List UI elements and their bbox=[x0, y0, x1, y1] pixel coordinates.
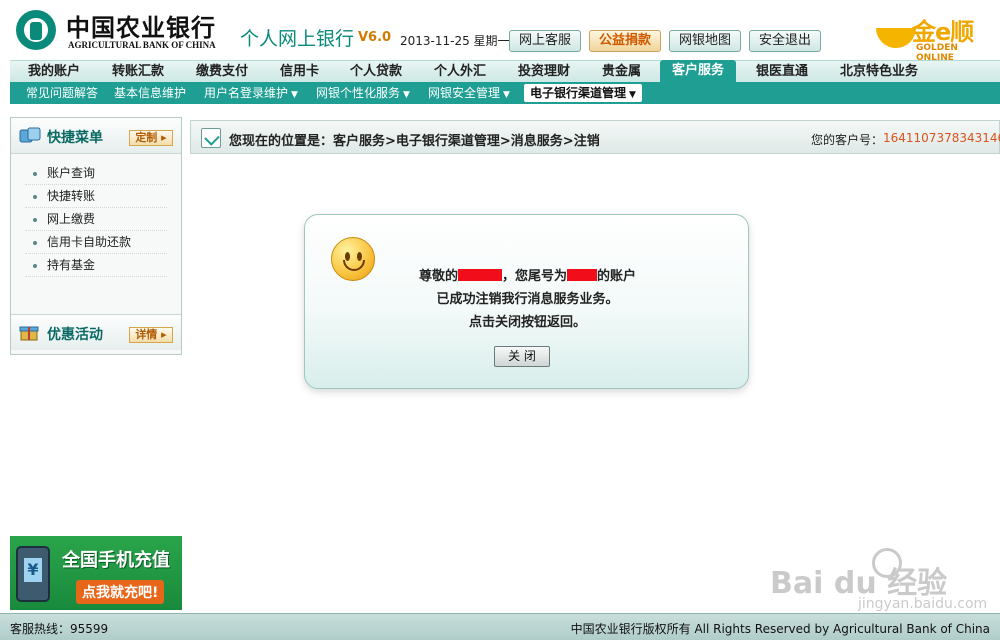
subnav-security-label: 网银安全管理 bbox=[428, 86, 501, 100]
online-service-button[interactable]: 网上客服 bbox=[509, 30, 581, 52]
subnav-faq[interactable]: 常见问题解答 bbox=[26, 82, 98, 104]
quick-menu-title: 快捷菜单 bbox=[47, 130, 103, 146]
promo-header: 优惠活动 详情 ▸ bbox=[11, 314, 181, 350]
gift-icon bbox=[19, 326, 39, 341]
customize-button[interactable]: 定制 ▸ bbox=[129, 130, 173, 146]
quick-menu-icon bbox=[19, 127, 41, 143]
golden-bowl-icon bbox=[876, 28, 916, 48]
quick-menu-item-credit-repay[interactable]: 信用卡自助还款 bbox=[25, 231, 167, 254]
dialog-message: 尊敬的 ，您尾号为 的账户 已成功注销我行消息服务业务。 点击关闭按钮返回。 bbox=[305, 265, 750, 334]
dialog-line-1-a: 尊敬的 bbox=[418, 269, 458, 284]
product-title: 个人网上银行 bbox=[240, 28, 355, 50]
quick-menu-header: 快捷菜单 定制 ▸ bbox=[11, 118, 181, 154]
customer-no-label: 您的客户号： bbox=[811, 133, 884, 147]
subnav-channel-management-label: 电子银行渠道管理 bbox=[530, 86, 627, 100]
sub-nav: 常见问题解答 基本信息维护 用户名登录维护 ▼ 网银个性化服务 ▼ 网银安全管理 ▼ … bbox=[10, 82, 1000, 104]
subnav-personalization-label: 网银个性化服务 bbox=[316, 86, 401, 100]
breadcrumb-label: 您现在的位置是： bbox=[229, 134, 334, 149]
nav-my-account[interactable]: 我的账户 bbox=[28, 61, 80, 83]
nav-customer-service[interactable]: 客户服务 bbox=[660, 60, 737, 83]
dialog-line-2: 已成功注销我行消息服务业务。 bbox=[436, 292, 619, 307]
date-label: 2013-11-25 星期一 bbox=[400, 34, 510, 48]
nav-payment[interactable]: 缴费支付 bbox=[196, 61, 248, 83]
chevron-down-icon: ▼ bbox=[503, 90, 510, 100]
subnav-channel-management[interactable]: 电子银行渠道管理 ▼ bbox=[524, 84, 642, 102]
bank-map-button[interactable]: 网银地图 bbox=[669, 30, 741, 52]
baidu-watermark: Bai du 经验 jingyan.baidu.com bbox=[762, 548, 992, 618]
nav-forex[interactable]: 个人外汇 bbox=[434, 61, 486, 83]
nav-personal-loan[interactable]: 个人贷款 bbox=[350, 61, 402, 83]
bank-name-cn: 中国农业银行 bbox=[66, 13, 216, 42]
golden-online-logo: 金e顺 GOLDEN ONLINE bbox=[872, 12, 994, 63]
nav-transfer[interactable]: 转账汇款 bbox=[112, 61, 164, 83]
nav-precious-metal[interactable]: 贵金属 bbox=[602, 61, 641, 83]
golden-online-cn: 金e顺 bbox=[912, 18, 974, 46]
nav-credit-card[interactable]: 信用卡 bbox=[280, 61, 319, 83]
mobile-phone-icon bbox=[16, 546, 50, 602]
subnav-basic-info[interactable]: 基本信息维护 bbox=[114, 82, 186, 104]
bank-name-en: AGRICULTURAL BANK OF CHINA bbox=[68, 40, 216, 50]
location-check-icon bbox=[201, 128, 221, 148]
dialog-line-1-b: ，您尾号为 bbox=[501, 269, 567, 284]
dialog-line-3: 点击关闭按钮返回。 bbox=[468, 315, 586, 330]
header: 中国农业银行 AGRICULTURAL BANK OF CHINA 个人网上银行… bbox=[0, 0, 1000, 63]
hotline-text: 客服热线：95599 bbox=[10, 622, 109, 636]
subnav-personalization[interactable]: 网银个性化服务 ▼ bbox=[316, 82, 410, 104]
version-label: V6.0 bbox=[358, 30, 392, 45]
quick-menu-item-online-payment[interactable]: 网上缴费 bbox=[25, 208, 167, 231]
redacted-account-tail bbox=[567, 269, 597, 281]
breadcrumb-path: 客户服务>电子银行渠道管理>消息服务>注销 bbox=[333, 134, 600, 149]
main-nav: 我的账户 转账汇款 缴费支付 信用卡 个人贷款 个人外汇 投资理财 贵金属 客户… bbox=[10, 60, 1000, 83]
copyright-text: 中国农业银行版权所有 All Rights Reserved by Agricu… bbox=[570, 622, 990, 636]
watermark-url: jingyan.baidu.com bbox=[858, 596, 988, 612]
subnav-username-login[interactable]: 用户名登录维护 ▼ bbox=[204, 82, 298, 104]
chevron-down-icon: ▼ bbox=[629, 90, 636, 100]
subnav-username-login-label: 用户名登录维护 bbox=[204, 86, 289, 100]
customize-button-label: 定制 bbox=[135, 131, 158, 144]
dialog-line-1: 尊敬的 ，您尾号为 的账户 bbox=[305, 265, 750, 288]
chevron-down-icon: ▼ bbox=[403, 90, 410, 100]
breadcrumb: 您现在的位置是：客户服务>电子银行渠道管理>消息服务>注销 您的客户号： 164… bbox=[190, 120, 1000, 154]
quick-menu-list: 账户查询 快捷转账 网上缴费 信用卡自助还款 持有基金 bbox=[25, 162, 167, 277]
abc-logo-icon bbox=[16, 10, 56, 50]
subnav-security[interactable]: 网银安全管理 ▼ bbox=[428, 82, 510, 104]
promo-title: 优惠活动 bbox=[47, 327, 103, 343]
mobile-recharge-banner[interactable]: 全国手机充值 点我就充吧! bbox=[10, 536, 182, 610]
nav-medical-direct[interactable]: 银医直通 bbox=[756, 61, 808, 83]
charity-donation-button[interactable]: 公益捐款 bbox=[589, 30, 661, 52]
mobile-recharge-cta: 点我就充吧! bbox=[76, 580, 165, 604]
quick-menu-item-account-query[interactable]: 账户查询 bbox=[25, 162, 167, 185]
close-button[interactable]: 关 闭 bbox=[494, 346, 550, 367]
customer-no-value: 1641107378343146 bbox=[883, 131, 1000, 145]
redacted-name bbox=[457, 269, 502, 281]
nav-beijing-special[interactable]: 北京特色业务 bbox=[840, 61, 918, 83]
promo-details-label: 详情 bbox=[135, 328, 158, 341]
promo-details-button[interactable]: 详情 ▸ bbox=[129, 327, 173, 343]
safe-logout-button[interactable]: 安全退出 bbox=[749, 30, 821, 52]
quick-menu-item-quick-transfer[interactable]: 快捷转账 bbox=[25, 185, 167, 208]
dialog-line-1-c: 的账户 bbox=[597, 269, 637, 284]
quick-menu-item-funds[interactable]: 持有基金 bbox=[25, 254, 167, 277]
mobile-recharge-title: 全国手机充值 bbox=[62, 550, 170, 571]
chevron-down-icon: ▼ bbox=[291, 90, 298, 100]
nav-investment[interactable]: 投资理财 bbox=[518, 61, 570, 83]
footer: 客服热线：95599 中国农业银行版权所有 All Rights Reserve… bbox=[0, 613, 1000, 640]
left-sidebar: 快捷菜单 定制 ▸ 账户查询 快捷转账 网上缴费 信用卡自助还款 持有基金 优惠… bbox=[10, 117, 182, 355]
breadcrumb-text: 您现在的位置是：客户服务>电子银行渠道管理>消息服务>注销 bbox=[229, 130, 600, 149]
result-dialog: 尊敬的 ，您尾号为 的账户 已成功注销我行消息服务业务。 点击关闭按钮返回。 关 闭 bbox=[304, 214, 749, 389]
